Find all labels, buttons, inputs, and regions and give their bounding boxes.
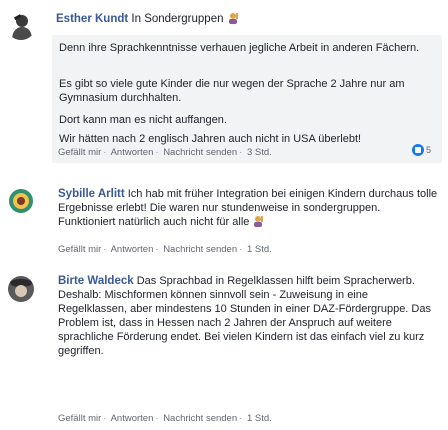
comment-header: Esther Kundt In Sondergruppen xyxy=(56,12,239,25)
reaction-count[interactable]: 5 xyxy=(412,144,431,156)
comment-bubble: Sybille Arlitt Ich hab mit früher Integr… xyxy=(58,187,440,229)
reply-link[interactable]: Antworten xyxy=(111,413,154,424)
timestamp[interactable]: 1 Std. xyxy=(247,413,272,424)
like-reaction-icon xyxy=(412,144,424,156)
author-name[interactable]: Esther Kundt xyxy=(56,13,128,25)
send-message-link[interactable]: Nachricht senden xyxy=(163,244,237,255)
timestamp[interactable]: 3 Std. xyxy=(247,147,272,158)
reply-link[interactable]: Antworten xyxy=(111,244,154,255)
like-link[interactable]: Gefällt mir xyxy=(58,244,101,255)
comment-actions: Gefällt mir · Antworten · Nachricht senden… xyxy=(58,413,272,424)
person-raising-hand-emoji-icon xyxy=(254,216,264,227)
comment-actions: Gefällt mir · Antworten · Nachricht senden… xyxy=(58,244,272,255)
author-name[interactable]: Birte Waldeck xyxy=(58,275,134,287)
comment-paragraph: Es gibt so viele gute Kinder die nur weg… xyxy=(59,78,405,104)
reply-link[interactable]: Antworten xyxy=(111,147,154,158)
person-raising-hand-emoji-icon xyxy=(228,13,238,24)
avatar[interactable] xyxy=(6,274,36,304)
person-with-hat-avatar xyxy=(6,274,36,304)
avatar[interactable] xyxy=(6,10,36,40)
avatar[interactable] xyxy=(6,186,36,216)
send-message-link[interactable]: Nachricht senden xyxy=(163,413,237,424)
author-name[interactable]: Sybille Arlitt xyxy=(58,188,125,200)
comment-paragraph: Denn ihre Sprachkenntnisse verhauen jegl… xyxy=(59,42,420,54)
group-label: In Sondergruppen xyxy=(131,13,224,25)
person-with-headband-avatar xyxy=(6,10,36,40)
flower-avatar xyxy=(6,186,36,216)
comment-paragraph: Wir hätten nach 2 englisch Jahren auch n… xyxy=(59,133,362,145)
comment-bubble: Denn ihre Sprachkenntnisse verhauen jegl… xyxy=(52,35,442,163)
like-link[interactable]: Gefällt mir xyxy=(58,413,101,424)
timestamp[interactable]: 1 Std. xyxy=(247,244,272,255)
comment-actions: Gefällt mir · Antworten · Nachricht senden… xyxy=(58,147,272,158)
comment-paragraph: Dort kann man es nicht auffangen. xyxy=(59,114,227,126)
reaction-count-value: 5 xyxy=(426,145,432,155)
like-link[interactable]: Gefällt mir xyxy=(58,147,101,158)
comment-bubble: Birte Waldeck Das Sprachbad in Regelklas… xyxy=(58,274,440,358)
send-message-link[interactable]: Nachricht senden xyxy=(163,147,237,158)
comment-text: Das Sprachbad in Regelklassen hilft beim… xyxy=(58,275,431,357)
